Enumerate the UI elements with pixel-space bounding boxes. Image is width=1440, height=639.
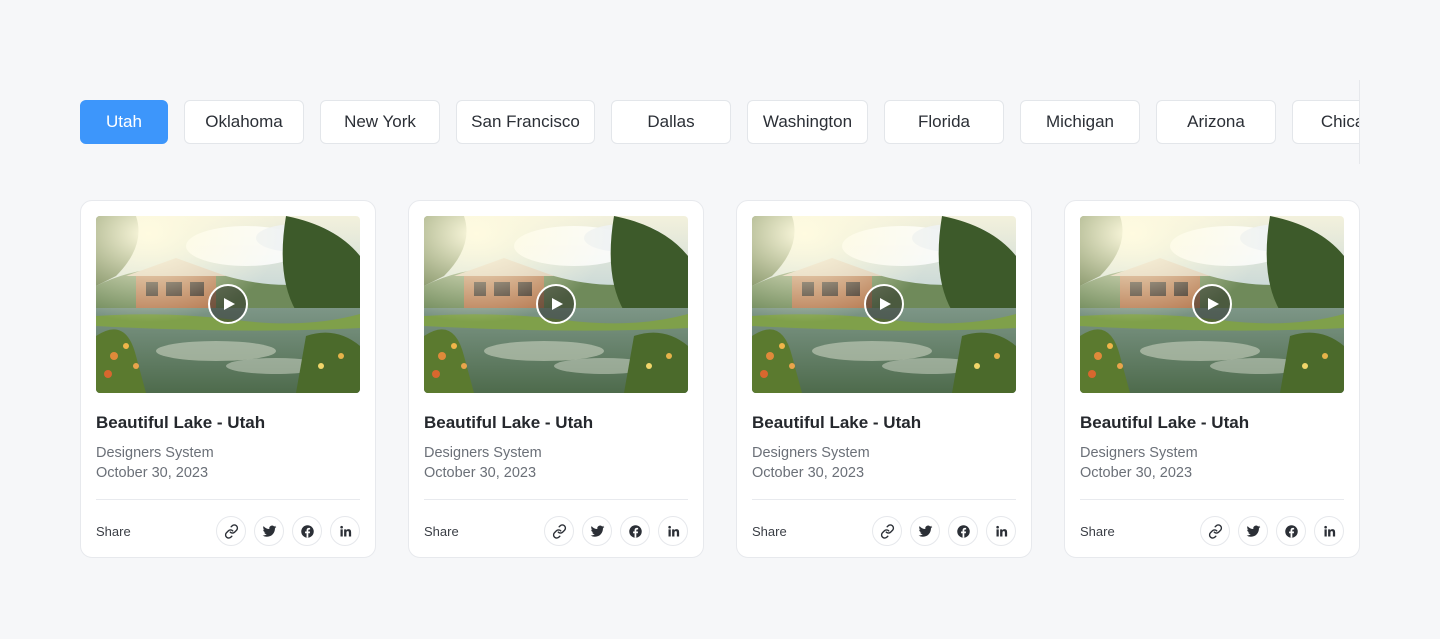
card-title[interactable]: Beautiful Lake - Utah [424,413,688,433]
card-divider [1080,499,1344,500]
video-thumbnail[interactable] [752,216,1016,393]
linkedin-icon[interactable] [658,516,688,546]
tabs-scroll-edge [1359,80,1360,164]
card-divider [752,499,1016,500]
video-card: Beautiful Lake - Utah Designers System O… [1064,200,1360,558]
video-card: Beautiful Lake - Utah Designers System O… [736,200,1032,558]
tab-washington[interactable]: Washington [747,100,868,144]
facebook-icon[interactable] [292,516,322,546]
share-label: Share [1080,523,1115,539]
video-thumbnail[interactable] [1080,216,1344,393]
tab-san-francisco[interactable]: San Francisco [456,100,595,144]
twitter-icon[interactable] [254,516,284,546]
card-date: October 30, 2023 [1080,465,1193,481]
share-icons [544,516,688,546]
card-author: Designers System [1080,445,1198,461]
card-divider [96,499,360,500]
link-icon[interactable] [1200,516,1230,546]
card-title[interactable]: Beautiful Lake - Utah [96,413,360,433]
tab-florida[interactable]: Florida [884,100,1004,144]
card-date: October 30, 2023 [424,465,537,481]
share-row: Share [1080,516,1344,546]
linkedin-icon[interactable] [1314,516,1344,546]
link-icon[interactable] [544,516,574,546]
card-title[interactable]: Beautiful Lake - Utah [1080,413,1344,433]
facebook-icon[interactable] [1276,516,1306,546]
share-icons [872,516,1016,546]
share-label: Share [752,523,787,539]
card-date: October 30, 2023 [96,465,209,481]
tab-utah[interactable]: Utah [80,100,168,144]
share-label: Share [96,523,131,539]
link-icon[interactable] [872,516,902,546]
card-title[interactable]: Beautiful Lake - Utah [752,413,1016,433]
video-thumbnail[interactable] [424,216,688,393]
tabs-row: Utah Oklahoma New York San Francisco Dal… [80,100,1360,144]
play-icon[interactable] [208,284,248,324]
share-row: Share [752,516,1016,546]
card-divider [424,499,688,500]
twitter-icon[interactable] [1238,516,1268,546]
video-thumbnail[interactable] [96,216,360,393]
tab-dallas[interactable]: Dallas [611,100,731,144]
play-icon[interactable] [536,284,576,324]
location-tabs: Utah Oklahoma New York San Francisco Dal… [80,100,1360,144]
card-author: Designers System [96,445,214,461]
card-author: Designers System [752,445,870,461]
facebook-icon[interactable] [620,516,650,546]
video-card-list: Beautiful Lake - Utah Designers System O… [80,200,1360,558]
video-card: Beautiful Lake - Utah Designers System O… [408,200,704,558]
card-author: Designers System [424,445,542,461]
tab-michigan[interactable]: Michigan [1020,100,1140,144]
video-card: Beautiful Lake - Utah Designers System O… [80,200,376,558]
twitter-icon[interactable] [582,516,612,546]
play-icon[interactable] [1192,284,1232,324]
tab-chicago[interactable]: Chicago [1292,100,1360,144]
tab-oklahoma[interactable]: Oklahoma [184,100,304,144]
tab-arizona[interactable]: Arizona [1156,100,1276,144]
share-label: Share [424,523,459,539]
linkedin-icon[interactable] [330,516,360,546]
share-icons [216,516,360,546]
share-row: Share [424,516,688,546]
link-icon[interactable] [216,516,246,546]
linkedin-icon[interactable] [986,516,1016,546]
tab-new-york[interactable]: New York [320,100,440,144]
share-row: Share [96,516,360,546]
card-date: October 30, 2023 [752,465,865,481]
share-icons [1200,516,1344,546]
twitter-icon[interactable] [910,516,940,546]
play-icon[interactable] [864,284,904,324]
facebook-icon[interactable] [948,516,978,546]
